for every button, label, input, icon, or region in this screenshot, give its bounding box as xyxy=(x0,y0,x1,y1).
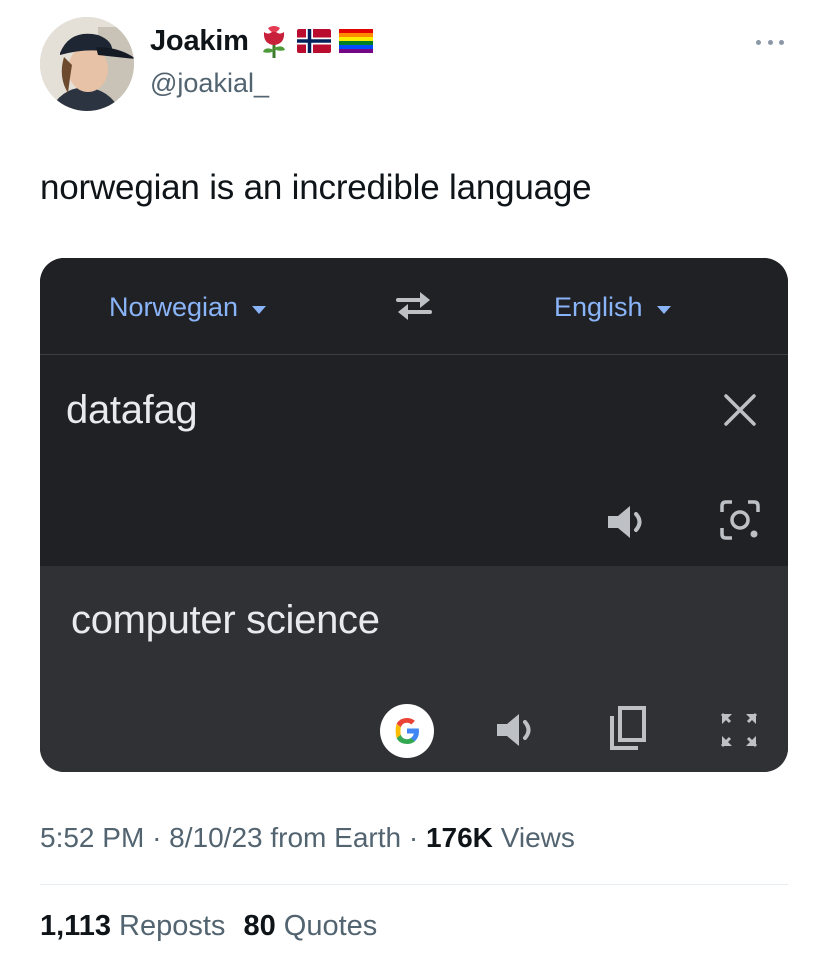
separator-dot: · xyxy=(408,822,419,853)
quotes-count: 80 xyxy=(243,910,276,942)
user-handle[interactable]: @joakial_ xyxy=(150,68,269,99)
more-options-button[interactable] xyxy=(752,32,788,52)
translated-text: computer science xyxy=(71,598,380,642)
quotes-label: Quotes xyxy=(283,910,378,942)
avatar-image xyxy=(40,17,134,111)
separator-dot: · xyxy=(152,822,162,853)
reposts-label: Reposts xyxy=(119,910,226,942)
tweet-meta: 5:52 PM · 8/10/23 from Earth · 176K View… xyxy=(40,822,575,854)
views-count: 176K xyxy=(425,822,493,853)
source-language-label: Norwegian xyxy=(109,292,239,322)
close-icon[interactable] xyxy=(722,392,758,428)
speaker-icon[interactable] xyxy=(495,712,541,748)
tweet-text: norwegian is an incredible language xyxy=(40,168,592,207)
divider xyxy=(40,884,788,885)
reposts-link[interactable]: 1,113 Reposts xyxy=(40,910,225,943)
google-g-icon xyxy=(395,718,419,744)
target-language-label: English xyxy=(554,292,643,322)
chevron-down-icon xyxy=(252,305,267,314)
more-dot-icon xyxy=(779,39,784,45)
quotes-link[interactable]: 80 Quotes xyxy=(243,910,377,943)
source-language-selector[interactable]: Norwegian xyxy=(109,292,267,323)
target-language-selector[interactable]: English xyxy=(554,292,671,323)
avatar[interactable] xyxy=(40,17,134,111)
swap-languages-icon[interactable] xyxy=(392,288,436,322)
reposts-count: 1,113 xyxy=(40,910,111,942)
tweet-source: from Earth xyxy=(270,822,402,853)
camera-lens-icon[interactable] xyxy=(718,500,762,540)
views-label: Views xyxy=(500,822,575,853)
translation-result-area: computer science xyxy=(40,566,788,772)
google-logo-button[interactable] xyxy=(380,704,434,758)
source-text[interactable]: datafag xyxy=(66,388,198,433)
tweet-date[interactable]: 8/10/23 xyxy=(169,822,262,853)
more-dot-icon xyxy=(756,39,761,45)
norway-flag-icon xyxy=(296,29,331,53)
chevron-down-icon xyxy=(656,305,671,314)
more-dot-icon xyxy=(767,39,773,45)
tweet-time[interactable]: 5:52 PM xyxy=(40,822,144,853)
source-text-area[interactable]: datafag xyxy=(40,356,788,566)
engagement-stats: 1,113 Reposts 80 Quotes xyxy=(40,910,377,943)
speaker-icon[interactable] xyxy=(606,504,652,540)
fullscreen-icon[interactable] xyxy=(718,710,760,750)
rainbow-flag-icon xyxy=(338,29,373,53)
translate-screenshot[interactable]: Norwegian English datafag computer scien… xyxy=(40,258,788,772)
language-bar: Norwegian English xyxy=(40,258,788,355)
copy-icon[interactable] xyxy=(608,706,648,752)
rose-icon xyxy=(262,26,285,58)
display-name[interactable]: Joakim xyxy=(150,25,249,58)
